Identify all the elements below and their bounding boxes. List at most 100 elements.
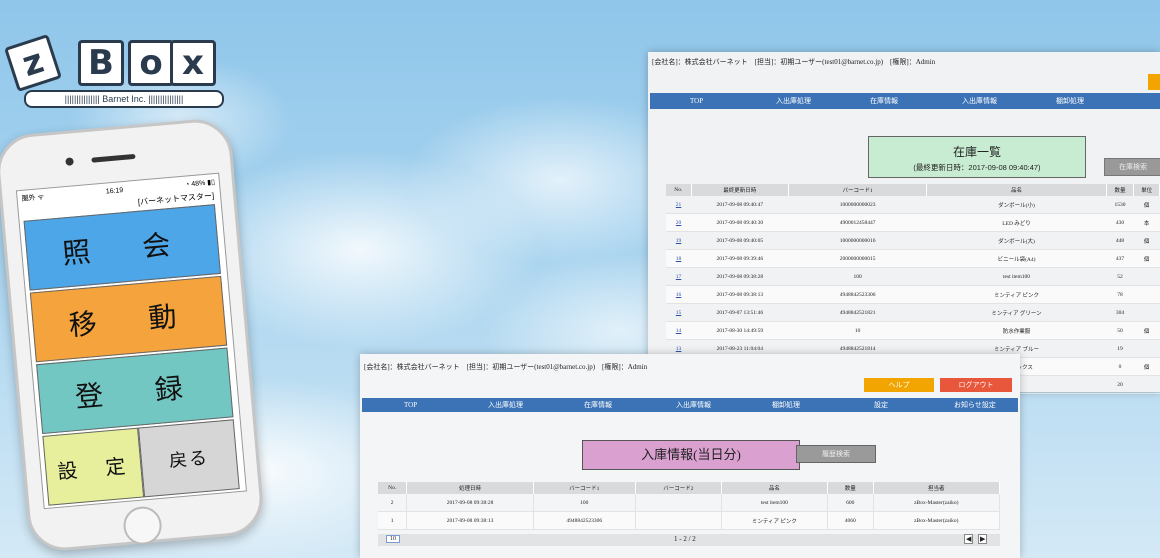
clock: 16:19 bbox=[105, 186, 124, 196]
cell-qty: 600 bbox=[827, 494, 874, 512]
pagination-label: 1 - 2 / 2 bbox=[674, 535, 696, 543]
cell-barcode1: 4948842523306 bbox=[788, 285, 927, 304]
logo-barcode-bar: ||||||||||||||| Barnet Inc. ||||||||||||… bbox=[24, 90, 224, 108]
cell-no[interactable]: 14 bbox=[666, 321, 692, 340]
nav-top[interactable]: TOP bbox=[404, 401, 417, 409]
table-row: 2 2017-09-08 09:38:28 100 test item100 600 zB… bbox=[378, 494, 1001, 512]
cell-item: ミンティア ピンク bbox=[926, 285, 1107, 304]
col-qty: 数量 bbox=[1106, 184, 1135, 196]
nav-io-info[interactable]: 入出庫情報 bbox=[676, 400, 711, 410]
cell-qty: 20 bbox=[1106, 375, 1134, 394]
table-row: 19 2017-09-08 09:40:05 1000000000016 ダンボール(… bbox=[666, 231, 1160, 250]
col-qty: 数量 bbox=[827, 482, 874, 494]
nav-stocktake[interactable]: 棚卸処理 bbox=[772, 400, 800, 410]
cell-staff: zBox-Master(zaiko) bbox=[873, 494, 1001, 512]
cell-updated: 2017-09-08 09:40:47 bbox=[691, 196, 789, 214]
cell-barcode1: 4948842523306 bbox=[533, 511, 636, 530]
col-item: 品名 bbox=[721, 482, 829, 494]
nav-stock-io[interactable]: 入出庫処理 bbox=[776, 96, 811, 106]
next-page-icon[interactable]: ▶ bbox=[978, 534, 988, 544]
per-page-select[interactable]: 10 bbox=[386, 535, 400, 543]
battery-icon: ◔ 48% ▮▯ bbox=[184, 179, 216, 189]
nav-notification-settings[interactable]: お知らせ設定 bbox=[954, 400, 996, 410]
table-row: 15 2017-09-07 13:51:46 4948842521821 ミンティア … bbox=[666, 303, 1160, 322]
nav-stock-io[interactable]: 入出庫処理 bbox=[488, 400, 523, 410]
table-row: 14 2017-08-30 14:49:59 10 防水作業服 50 個 bbox=[666, 321, 1160, 340]
cell-item: LED みどり bbox=[926, 213, 1107, 232]
cell-updated: 2017-09-08 09:40:05 bbox=[691, 231, 789, 250]
nav-stock-info[interactable]: 在庫情報 bbox=[584, 400, 612, 410]
cell-barcode1: 4900012458447 bbox=[788, 213, 927, 232]
back-button[interactable]: 戻る bbox=[138, 419, 240, 498]
col-item: 品名 bbox=[926, 184, 1107, 196]
cell-qty: 1530 bbox=[1106, 196, 1134, 214]
nav-stock-info[interactable]: 在庫情報 bbox=[870, 96, 898, 106]
phone-screen: 圏外 ᯤ 16:19 ◔ 48% ▮▯ [バーネットマスター] 照 会 移 動 … bbox=[15, 172, 247, 510]
stock-search-button[interactable]: 在庫検索 bbox=[1104, 158, 1160, 176]
prev-page-icon[interactable]: ◀ bbox=[964, 534, 974, 544]
cell-unit bbox=[1133, 303, 1160, 322]
cell-item: test item100 bbox=[721, 494, 829, 512]
page-title-box: 在庫一覧 (最終更新日時：2017-09-08 09:40:47) bbox=[868, 136, 1086, 178]
cell-updated: 2017-09-08 09:38:28 bbox=[691, 267, 789, 286]
logout-button[interactable]: ログアウト bbox=[940, 378, 1012, 392]
smartphone-mockup: 圏外 ᯤ 16:19 ◔ 48% ▮▯ [バーネットマスター] 照 会 移 動 … bbox=[0, 116, 266, 556]
settings-button[interactable]: 設 定 bbox=[42, 427, 145, 506]
carrier-signal: 圏外 ᯤ bbox=[21, 193, 45, 203]
cell-no[interactable]: 21 bbox=[666, 196, 692, 214]
col-processed: 処理日時 bbox=[406, 482, 534, 494]
nav-stocktake[interactable]: 棚卸処理 bbox=[1056, 96, 1084, 106]
cell-no[interactable]: 18 bbox=[666, 249, 692, 268]
cell-item: ビニール袋(A4) bbox=[926, 249, 1107, 268]
nav-settings[interactable]: 設定 bbox=[874, 400, 888, 410]
account-info: [会社名]：株式会社バーネット [担当]：初期ユーザー(test01@barne… bbox=[652, 58, 936, 66]
col-no: No. bbox=[666, 184, 692, 196]
cell-item: ダンボール(大) bbox=[926, 231, 1107, 250]
cell-no[interactable]: 19 bbox=[666, 231, 692, 250]
cell-no[interactable]: 15 bbox=[666, 303, 692, 322]
cell-no[interactable]: 20 bbox=[666, 213, 692, 232]
home-button[interactable] bbox=[121, 505, 164, 547]
main-nav: TOP 入出庫処理 在庫情報 入出庫情報 棚卸処理 設定 お知らせ設定 bbox=[362, 398, 1018, 412]
table-header: No. 最終更新日時 バーコード1 品名 数量 単位 bbox=[666, 184, 1160, 196]
cell-unit bbox=[1133, 267, 1160, 286]
cell-qty: 448 bbox=[1106, 231, 1134, 250]
cell-processed: 2017-09-08 09:38:28 bbox=[406, 494, 534, 512]
zbox-logo: z B o x ||||||||||||||| Barnet Inc. ||||… bbox=[4, 34, 224, 114]
cell-no: 1 bbox=[378, 511, 408, 530]
speaker-icon bbox=[91, 153, 136, 163]
cell-unit bbox=[1133, 375, 1160, 394]
main-nav: TOP 入出庫処理 在庫情報 入出庫情報 棚卸処理 bbox=[650, 93, 1160, 109]
cell-no[interactable]: 16 bbox=[666, 285, 692, 304]
col-unit: 単位 bbox=[1133, 184, 1160, 196]
inventory-list-window: [会社名]：株式会社バーネット [担当]：初期ユーザー(test01@barne… bbox=[648, 52, 1160, 394]
camera-icon bbox=[65, 157, 74, 166]
last-updated: (最終更新日時：2017-09-08 09:40:47) bbox=[913, 163, 1041, 172]
help-button[interactable] bbox=[1148, 74, 1160, 90]
cell-unit bbox=[1133, 339, 1160, 358]
help-button[interactable]: ヘルプ bbox=[864, 378, 934, 392]
nav-io-info[interactable]: 入出庫情報 bbox=[962, 96, 997, 106]
table-footer: 10 1 - 2 / 2 ◀ ▶ bbox=[378, 534, 1000, 546]
cell-unit: 本 bbox=[1133, 213, 1160, 232]
cell-qty: 430 bbox=[1106, 213, 1134, 232]
table-row: 21 2017-09-08 09:40:47 1000000000023 ダンボール(… bbox=[666, 196, 1160, 214]
page-title: 入庫情報(当日分) bbox=[582, 440, 800, 470]
history-search-button[interactable]: 履歴検索 bbox=[796, 445, 876, 463]
table-header: No. 処理日時 バーコード1 バーコード2 品名 数量 担当者 bbox=[378, 482, 1001, 494]
account-info: [会社名]：株式会社バーネット [担当]：初期ユーザー(test01@barne… bbox=[364, 363, 648, 371]
cell-no[interactable]: 17 bbox=[666, 267, 692, 286]
col-barcode1: バーコード1 bbox=[533, 482, 636, 494]
cell-qty: 437 bbox=[1106, 249, 1134, 268]
cell-staff: zBox-Master(zaiko) bbox=[873, 511, 1001, 530]
cell-qty: 52 bbox=[1106, 267, 1134, 286]
cell-updated: 2017-09-08 09:39:46 bbox=[691, 249, 789, 268]
phone-body: 圏外 ᯤ 16:19 ◔ 48% ▮▯ [バーネットマスター] 照 会 移 動 … bbox=[0, 116, 266, 554]
cell-barcode1: 10 bbox=[788, 321, 927, 340]
nav-top[interactable]: TOP bbox=[690, 97, 703, 105]
col-barcode1: バーコード1 bbox=[788, 184, 928, 196]
table-row: 20 2017-09-08 09:40:30 4900012458447 LED みど… bbox=[666, 213, 1160, 232]
cell-qty: 50 bbox=[1106, 321, 1134, 340]
receiving-table: No. 処理日時 バーコード1 バーコード2 品名 数量 担当者 2 2017-0… bbox=[378, 482, 1001, 530]
col-updated: 最終更新日時 bbox=[691, 184, 789, 196]
